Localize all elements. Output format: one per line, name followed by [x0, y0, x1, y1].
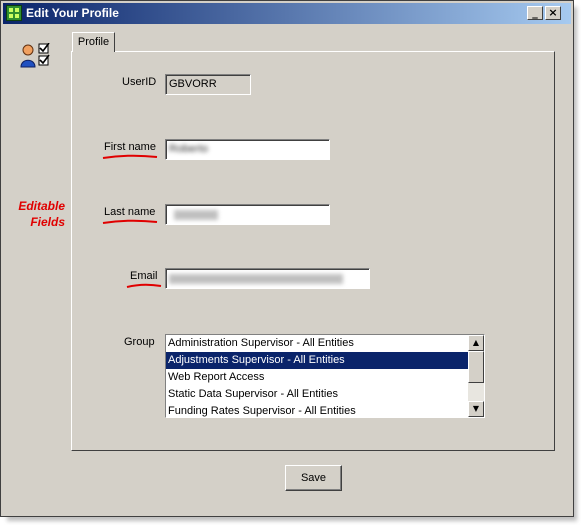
- scrollbar-thumb[interactable]: [468, 351, 484, 383]
- app-grid-icon: [6, 5, 22, 21]
- userid-value: GBVORR: [169, 78, 217, 90]
- profile-window: Edit Your Profile _ × Editable Fields Pr…: [0, 0, 574, 517]
- save-button[interactable]: Save: [285, 465, 342, 491]
- last-name-input[interactable]: [165, 204, 330, 225]
- last-name-redaction: [174, 210, 218, 220]
- first-name-value: Roberto: [169, 143, 209, 155]
- last-name-underline: [102, 219, 158, 224]
- group-option[interactable]: Static Data Supervisor - All Entities: [166, 386, 468, 403]
- userid-field: GBVORR: [165, 74, 251, 95]
- scroll-down-arrow-icon[interactable]: ▼: [468, 401, 484, 417]
- close-button[interactable]: ×: [545, 6, 561, 20]
- email-underline: [126, 283, 162, 288]
- tab-profile[interactable]: Profile: [72, 32, 115, 52]
- group-label: Group: [124, 336, 155, 348]
- user-checklist-icon: [20, 43, 50, 68]
- minimize-button[interactable]: _: [527, 6, 543, 20]
- scroll-up-arrow-icon[interactable]: ▲: [468, 335, 484, 351]
- first-name-underline: [102, 154, 158, 159]
- group-option[interactable]: Administration Supervisor - All Entities: [166, 335, 468, 352]
- group-option[interactable]: Web Report Access: [166, 369, 468, 386]
- group-option[interactable]: Funding Rates Supervisor - All Entities: [166, 403, 468, 417]
- window-title: Edit Your Profile: [26, 6, 119, 20]
- email-redaction: [169, 274, 343, 284]
- first-name-input[interactable]: Roberto: [165, 139, 330, 160]
- group-option-selected[interactable]: Adjustments Supervisor - All Entities: [166, 352, 468, 369]
- userid-label: UserID: [122, 76, 157, 88]
- group-listbox[interactable]: Administration Supervisor - All Entities…: [165, 334, 485, 418]
- editable-fields-annotation: Editable Fields: [18, 199, 65, 229]
- group-scrollbar[interactable]: ▲ ▼: [468, 335, 484, 417]
- title-bar[interactable]: Edit Your Profile _ ×: [3, 3, 571, 24]
- email-input[interactable]: [165, 268, 370, 289]
